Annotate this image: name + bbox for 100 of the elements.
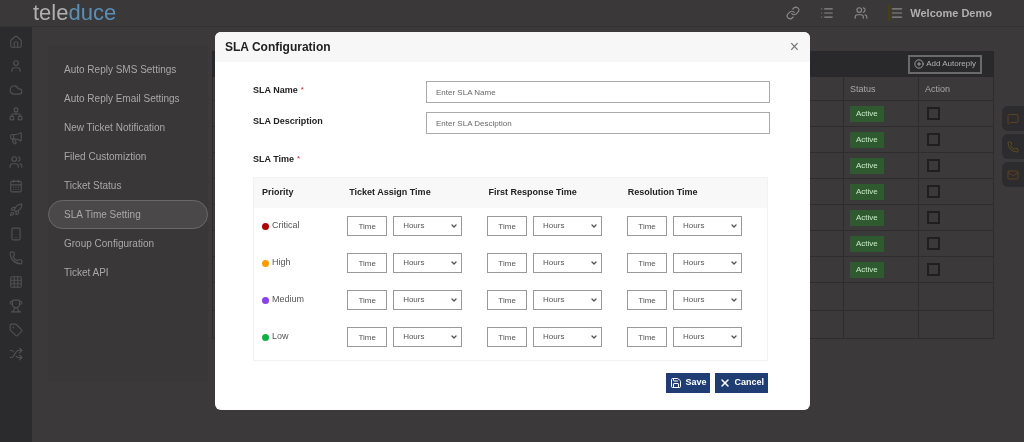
- link-icon[interactable]: [786, 6, 801, 20]
- required-mark: *: [300, 84, 304, 96]
- list-icon[interactable]: [820, 6, 835, 20]
- unit-select[interactable]: Hours: [533, 327, 603, 347]
- row-checkbox[interactable]: [927, 133, 940, 146]
- menu-item[interactable]: Ticket Status: [48, 171, 208, 200]
- column-header: Action: [919, 77, 994, 100]
- unit-select[interactable]: Hours: [673, 327, 743, 347]
- priority-label: Medium: [272, 293, 304, 307]
- unit-select[interactable]: Hours: [673, 290, 743, 310]
- caret-icon: [730, 333, 739, 341]
- caret-icon: [730, 259, 739, 267]
- mail-icon: [1007, 168, 1019, 181]
- cloud-icon[interactable]: [9, 83, 23, 97]
- megaphone-icon[interactable]: [9, 131, 23, 145]
- caret-icon: [450, 296, 459, 304]
- time-field[interactable]: Time: [487, 290, 528, 310]
- field-label: SLA Name: [253, 84, 298, 97]
- status-badge: Active: [850, 131, 884, 148]
- logo: teleduce: [33, 2, 117, 24]
- text-field[interactable]: Enter SLA Desciption: [426, 112, 770, 134]
- time-field[interactable]: Time: [487, 216, 528, 236]
- priority-label: Critical: [272, 219, 300, 233]
- unit-select[interactable]: Hours: [673, 216, 743, 236]
- unit-select[interactable]: Hours: [393, 253, 463, 273]
- column-header: Priority: [262, 185, 295, 199]
- menu-item[interactable]: Filed Customiztion: [48, 142, 208, 171]
- menu-item[interactable]: Auto Reply Email Settings: [48, 84, 208, 113]
- chat-tab[interactable]: [1002, 106, 1024, 131]
- row-checkbox[interactable]: [927, 211, 940, 224]
- time-field[interactable]: Time: [347, 327, 388, 347]
- text-field[interactable]: Enter SLA Name: [426, 81, 770, 103]
- cancel-button[interactable]: Cancel: [715, 372, 768, 393]
- time-field[interactable]: Time: [627, 327, 668, 347]
- time-field[interactable]: Time: [627, 253, 668, 273]
- menu-icon[interactable]: [888, 5, 905, 21]
- time-field[interactable]: Time: [627, 216, 668, 236]
- menu-item[interactable]: Auto Reply SMS Settings: [48, 55, 208, 84]
- rocket-icon[interactable]: [9, 203, 23, 217]
- mail-tab[interactable]: [1002, 162, 1024, 187]
- trophy-icon[interactable]: [9, 299, 23, 313]
- menu-item[interactable]: SLA Time Setting: [48, 200, 208, 229]
- status-badge: Active: [850, 183, 884, 200]
- menu-item[interactable]: New Ticket Notification: [48, 113, 208, 142]
- time-field[interactable]: Time: [347, 216, 388, 236]
- caret-icon: [590, 333, 599, 341]
- field-label: SLA Description: [253, 115, 323, 128]
- column-header: Resolution Time: [627, 185, 699, 199]
- caret-icon: [730, 296, 739, 304]
- unit-select[interactable]: Hours: [393, 327, 463, 347]
- status-badge: Active: [850, 105, 884, 122]
- unit-select[interactable]: Hours: [673, 253, 743, 273]
- menu-item[interactable]: Ticket API: [48, 258, 208, 287]
- caret-icon: [590, 296, 599, 304]
- status-badge: Active: [850, 157, 884, 174]
- unit-select[interactable]: Hours: [393, 290, 463, 310]
- unit-select[interactable]: Hours: [533, 253, 603, 273]
- shuffle-icon[interactable]: [9, 347, 23, 361]
- call-tab[interactable]: [1002, 134, 1024, 159]
- row-checkbox[interactable]: [927, 185, 940, 198]
- status-badge: Active: [850, 235, 884, 252]
- tag-icon[interactable]: [9, 323, 23, 337]
- caret-icon: [730, 222, 739, 230]
- time-field[interactable]: Time: [347, 290, 388, 310]
- phone-icon[interactable]: [9, 251, 23, 265]
- add-autoreply-button[interactable]: Add Autoreply: [908, 54, 982, 74]
- grid-icon[interactable]: [9, 275, 23, 289]
- row-checkbox[interactable]: [927, 263, 940, 276]
- unit-select[interactable]: Hours: [533, 216, 603, 236]
- caret-icon: [450, 259, 459, 267]
- users-icon[interactable]: [854, 6, 869, 20]
- row-checkbox[interactable]: [927, 159, 940, 172]
- caret-icon: [450, 333, 459, 341]
- hierarchy-icon[interactable]: [9, 107, 23, 121]
- status-badge: Active: [850, 209, 884, 226]
- row-checkbox[interactable]: [927, 237, 940, 250]
- dialog-title: SLA Configuration: [225, 39, 331, 56]
- calendar-icon[interactable]: [9, 179, 23, 193]
- time-field[interactable]: Time: [487, 327, 528, 347]
- user-icon[interactable]: [9, 59, 23, 73]
- home-icon[interactable]: [9, 35, 23, 49]
- time-field[interactable]: Time: [347, 253, 388, 273]
- required-mark: *: [297, 153, 301, 165]
- status-badge: Active: [850, 261, 884, 278]
- unit-select[interactable]: Hours: [533, 290, 603, 310]
- unit-select[interactable]: Hours: [393, 216, 463, 236]
- row-checkbox[interactable]: [927, 107, 940, 120]
- menu-item[interactable]: Group Configuration: [48, 229, 208, 258]
- welcome-text: Welcome Demo: [910, 5, 992, 21]
- close-button[interactable]: ×: [789, 39, 800, 55]
- caret-icon: [590, 222, 599, 230]
- chat-icon: [1007, 112, 1019, 125]
- caret-icon: [450, 222, 459, 230]
- time-field[interactable]: Time: [627, 290, 668, 310]
- phone-device-icon[interactable]: [9, 227, 23, 241]
- users-icon[interactable]: [9, 155, 23, 169]
- plus-icon: [914, 59, 925, 69]
- priority-label: High: [272, 256, 291, 270]
- save-button[interactable]: Save: [666, 372, 711, 393]
- time-field[interactable]: Time: [487, 253, 528, 273]
